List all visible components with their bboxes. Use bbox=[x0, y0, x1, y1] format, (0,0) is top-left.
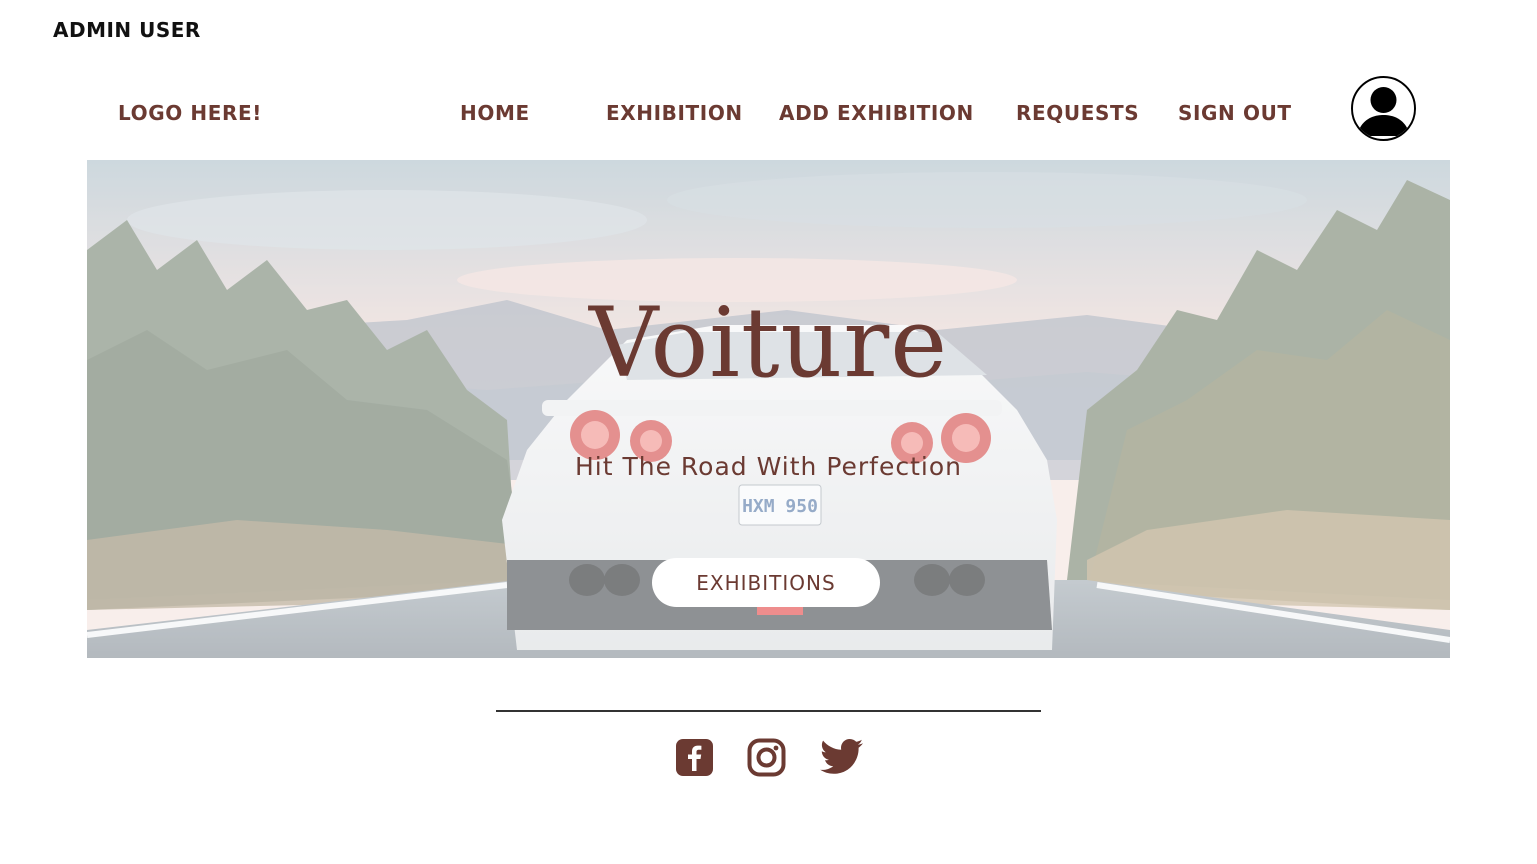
nav-exhibition-link[interactable]: EXHIBITION bbox=[606, 101, 743, 125]
footer-divider bbox=[496, 710, 1041, 712]
nav-sign-out-link[interactable]: SIGN OUT bbox=[1178, 101, 1292, 125]
nav-requests-link[interactable]: REQUESTS bbox=[1016, 101, 1139, 125]
admin-user-label: ADMIN USER bbox=[53, 18, 201, 42]
hero-title: Voiture bbox=[588, 287, 949, 399]
instagram-icon[interactable] bbox=[747, 738, 786, 780]
user-avatar-icon[interactable] bbox=[1351, 76, 1416, 141]
exhibitions-button[interactable]: EXHIBITIONS bbox=[652, 558, 880, 607]
hero-subtitle: Hit The Road With Perfection bbox=[575, 452, 962, 481]
nav-add-exhibition-link[interactable]: ADD EXHIBITION bbox=[779, 101, 974, 125]
twitter-icon[interactable] bbox=[818, 738, 864, 780]
logo: LOGO HERE! bbox=[118, 101, 262, 125]
nav-home-link[interactable]: HOME bbox=[460, 101, 530, 125]
facebook-icon[interactable] bbox=[675, 738, 714, 780]
